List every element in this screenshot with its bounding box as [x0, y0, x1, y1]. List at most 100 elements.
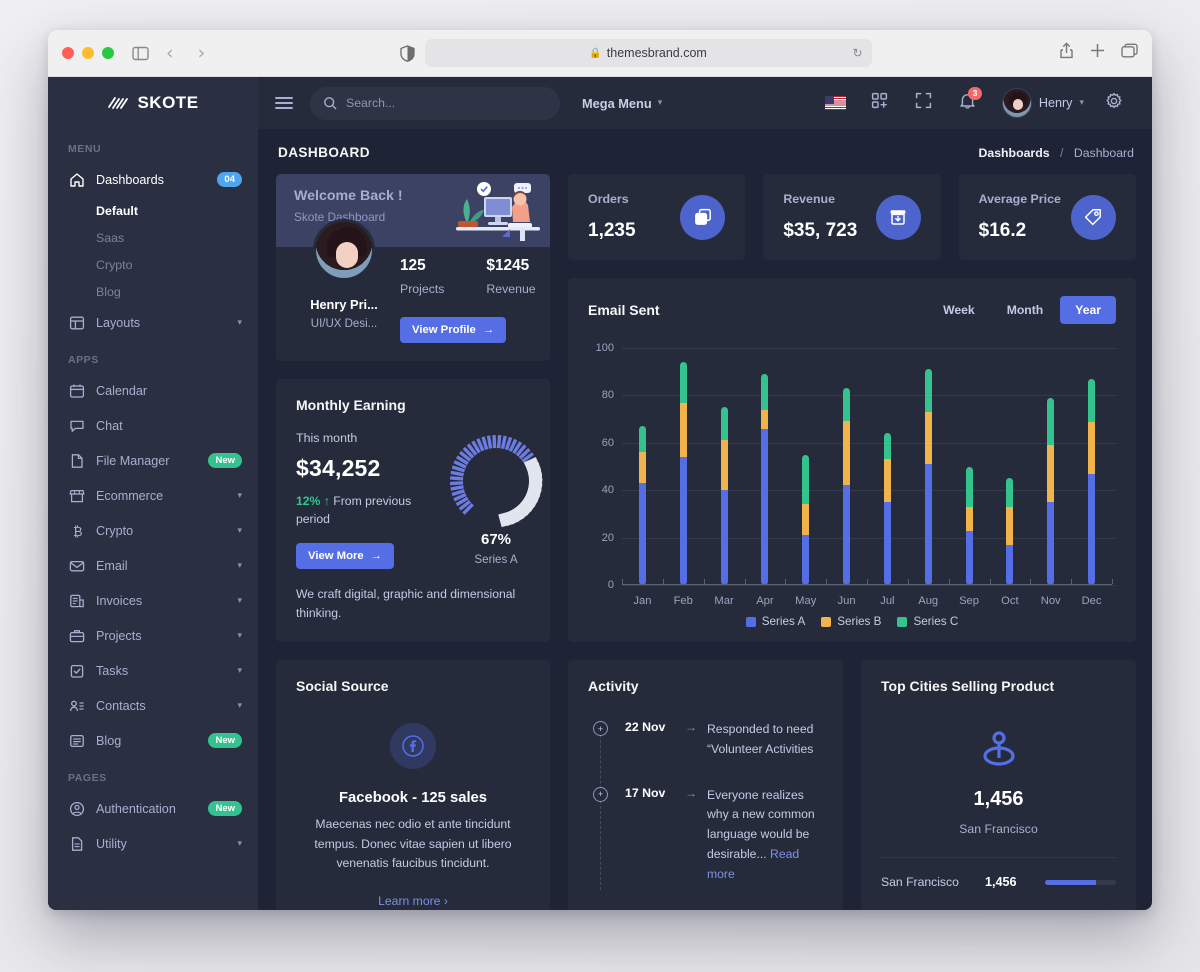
chart-x-axis: [622, 579, 1113, 585]
fullscreen-button[interactable]: [904, 83, 944, 123]
close-window-button[interactable]: [62, 47, 74, 59]
sidebar-item-label: Ecommerce: [96, 488, 164, 503]
chart-bar-segment-a: [1006, 544, 1014, 585]
hamburger-icon[interactable]: [258, 96, 310, 110]
chevron-down-icon: ▾: [237, 630, 242, 641]
arrow-up-icon: ↑: [323, 494, 330, 508]
sidebar-item-invoices[interactable]: Invoices ▾: [48, 583, 258, 618]
contacts-icon: [68, 697, 85, 714]
avatar: [1001, 88, 1032, 118]
apps-button[interactable]: [860, 83, 900, 123]
sidebar-item-blog[interactable]: Blog New: [48, 723, 258, 758]
sidebar-subitem-crypto[interactable]: Crypto: [48, 251, 258, 278]
sidebar-item-utility[interactable]: Utility ▾: [48, 826, 258, 861]
sidebar-item-ecommerce[interactable]: Ecommerce ▾: [48, 478, 258, 513]
legend-swatch: [897, 616, 908, 627]
gauge-svg: [449, 434, 543, 528]
sidebar-item-layouts[interactable]: Layouts ▾: [48, 305, 258, 340]
chart-y-tick-label: 80: [601, 389, 614, 402]
chart-legend-item[interactable]: Series C: [897, 615, 958, 628]
tabs-icon[interactable]: [1121, 43, 1138, 63]
chart-x-tick: [989, 579, 991, 584]
activity-text: Responded to need “Volunteer Activities: [707, 722, 814, 756]
view-profile-button[interactable]: View Profile →: [400, 317, 507, 343]
range-month-button[interactable]: Month: [992, 296, 1059, 324]
chart-x-tick: [622, 579, 623, 584]
brand-logo[interactable]: SKOTE: [48, 77, 258, 129]
chart-bar: [720, 407, 728, 585]
reload-icon[interactable]: ↻: [853, 46, 863, 60]
sidebar-subitem-blog[interactable]: Blog: [48, 278, 258, 305]
stat-value: 1,235: [588, 220, 636, 241]
breadcrumb-parent[interactable]: Dashboards: [978, 146, 1049, 160]
shield-icon[interactable]: [399, 44, 415, 62]
chart-bar-segment-a: [843, 485, 851, 585]
plus-circle-icon: +: [593, 721, 608, 736]
sidebar-item-email[interactable]: Email ▾: [48, 548, 258, 583]
social-source-description: Maecenas nec odio et ante tincidunt temp…: [314, 817, 512, 871]
chart-bar-group: [704, 342, 745, 585]
plus-icon[interactable]: [1090, 43, 1105, 63]
search-input[interactable]: [310, 86, 560, 120]
share-icon[interactable]: [1059, 42, 1074, 64]
settings-button[interactable]: [1094, 83, 1134, 123]
sidebar-subitem-default[interactable]: Default: [48, 197, 258, 224]
welcome-projects-label: Projects: [400, 282, 445, 296]
sidebar-item-projects[interactable]: Projects ▾: [48, 618, 258, 653]
sidebar-item-calendar[interactable]: Calendar: [48, 373, 258, 408]
top-cities-title: Top Cities Selling Product: [881, 678, 1055, 694]
breadcrumb: Dashboards / Dashboard: [978, 146, 1134, 160]
range-week-button[interactable]: Week: [928, 296, 990, 324]
chart-x-tick: [1030, 579, 1032, 584]
sidebar-item-label: Invoices: [96, 593, 143, 608]
maximize-window-button[interactable]: [102, 47, 114, 59]
search-icon: [323, 96, 337, 115]
sidebar-toggle-icon[interactable]: [132, 46, 149, 61]
user-menu[interactable]: Henry ▾: [992, 88, 1090, 118]
social-source-title: Social Source: [296, 678, 389, 695]
chevron-down-icon: ▾: [237, 838, 242, 849]
search-box[interactable]: [310, 86, 560, 120]
sidebar-item-label: Layouts: [96, 315, 141, 330]
sidebar-item-file-manager[interactable]: File Manager New: [48, 443, 258, 478]
activity-card: Activity + 22 Nov → Responded to need “V…: [568, 660, 843, 910]
chart-bar-group: [1071, 342, 1112, 585]
forward-button[interactable]: ›: [191, 43, 213, 63]
back-button[interactable]: ‹: [159, 43, 181, 63]
social-source-headline: Facebook - 125 sales: [338, 790, 488, 807]
sidebar-subitem-saas[interactable]: Saas: [48, 224, 258, 251]
chart-x-tick: [826, 579, 828, 584]
chart-gridline: [622, 585, 1116, 586]
minimize-window-button[interactable]: [82, 47, 94, 59]
sidebar-item-tasks[interactable]: Tasks ▾: [48, 653, 258, 688]
layout-icon: [68, 314, 85, 331]
chart-x-tick: [907, 579, 909, 584]
notifications-button[interactable]: 3: [948, 83, 988, 123]
chart-legend-item[interactable]: Series A: [745, 615, 805, 628]
language-selector[interactable]: [816, 83, 856, 123]
stat-card-revenue: Revenue $35, 723: [763, 174, 941, 260]
view-more-button[interactable]: View More →: [296, 542, 394, 569]
sidebar-item-dashboards[interactable]: Dashboards 04: [48, 162, 258, 197]
top-cities-value: 1,456: [973, 788, 1024, 810]
address-bar[interactable]: 🔒 themesbrand.com ↻: [424, 39, 872, 67]
mega-menu-button[interactable]: Mega Menu ▾: [582, 96, 662, 111]
chart-y-tick-label: 0: [607, 579, 614, 591]
social-source-learn-more-link[interactable]: Learn more ›: [296, 894, 530, 908]
window-controls[interactable]: [62, 47, 114, 59]
sidebar-item-chat[interactable]: Chat: [48, 408, 258, 443]
chart-x-tick: [785, 579, 787, 584]
sidebar-item-crypto[interactable]: ₿ Crypto ▾: [48, 513, 258, 548]
sidebar-item-authentication[interactable]: Authentication New: [48, 791, 258, 826]
chart-bar-segment-c: [965, 466, 973, 507]
monthly-earning-amount: $34,252: [296, 455, 381, 481]
sidebar-item-contacts[interactable]: Contacts ▾: [48, 688, 258, 723]
facebook-icon: [390, 723, 436, 770]
activity-date: 17 Nov: [625, 785, 666, 800]
chart-x-tick-label: Dec: [1081, 595, 1102, 607]
sidebar-item-label: Dashboards: [96, 172, 164, 187]
main-area: Mega Menu ▾: [258, 77, 1152, 910]
range-year-button[interactable]: Year: [1060, 296, 1116, 324]
tag-icon: [1070, 194, 1116, 240]
chart-legend-item[interactable]: Series B: [821, 615, 881, 628]
